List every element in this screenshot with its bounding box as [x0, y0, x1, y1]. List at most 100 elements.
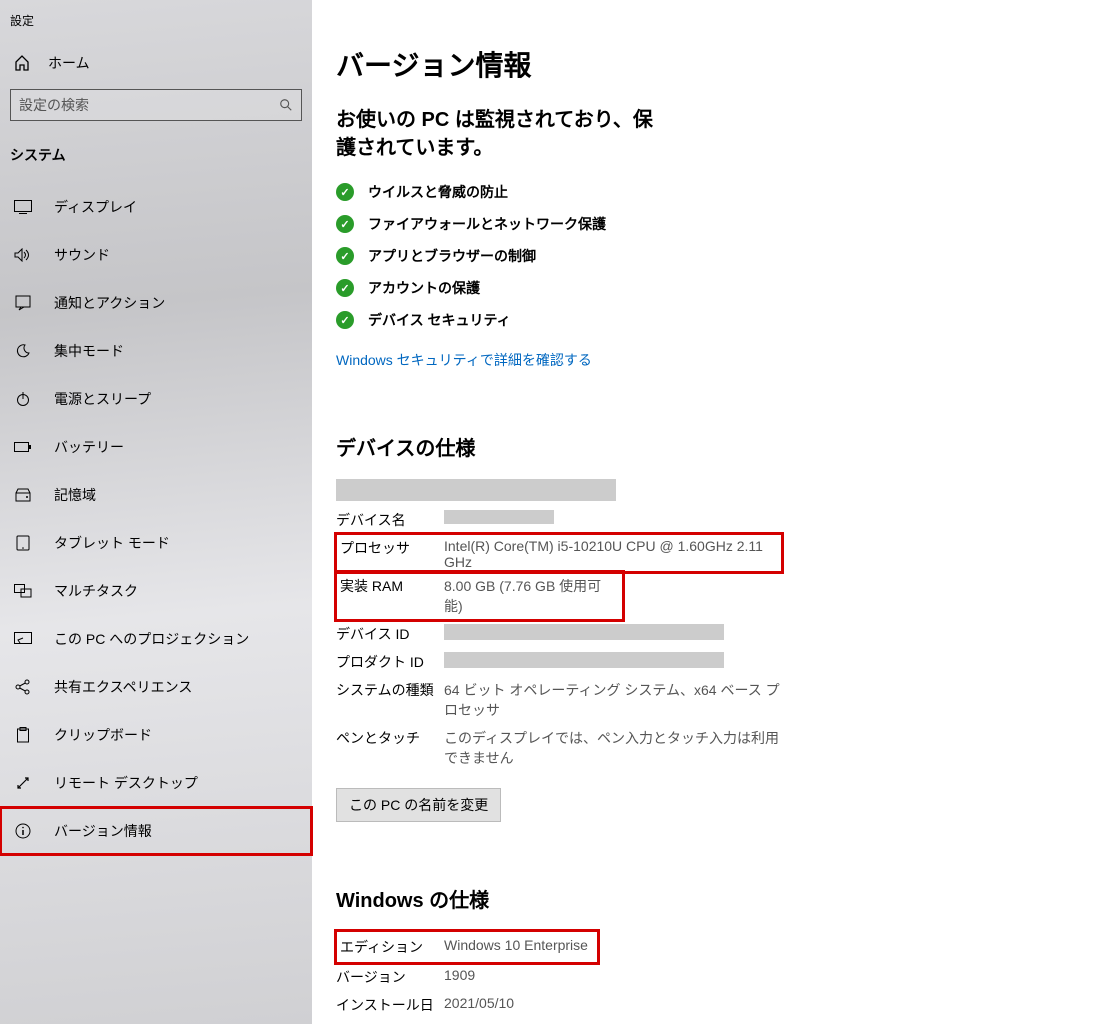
sidebar-item-label: 通知とアクション: [54, 293, 165, 313]
spec-label: デバイス ID: [336, 620, 444, 648]
redacted-value: [444, 506, 554, 534]
sidebar-item-notifications[interactable]: 通知とアクション: [0, 279, 312, 327]
table-row: エディション Windows 10 Enterprise: [336, 931, 598, 963]
check-icon: ✓: [336, 183, 354, 201]
sidebar-item-label: サウンド: [54, 245, 110, 265]
power-icon: [14, 391, 32, 407]
sidebar-home[interactable]: ホーム: [0, 43, 312, 83]
moon-icon: [14, 343, 32, 359]
spec-value: Windows 10 Enterprise: [444, 931, 598, 963]
clipboard-icon: [14, 727, 32, 743]
check-icon: ✓: [336, 215, 354, 233]
sidebar-item-label: 電源とスリープ: [54, 389, 151, 409]
spec-label: システムの種類: [336, 676, 444, 724]
protection-label: アプリとブラウザーの制御: [368, 246, 536, 266]
spec-value: 18363.1646: [444, 1019, 518, 1024]
device-spec-ram-row: 実装 RAM 8.00 GB (7.76 GB 使用可能): [336, 572, 623, 620]
security-details-link[interactable]: Windows セキュリティで詳細を確認する: [336, 350, 1116, 370]
spec-value: 1909: [444, 963, 518, 991]
spec-label: OS ビルド: [336, 1019, 444, 1024]
table-row: バージョン 1909: [336, 963, 518, 991]
notification-icon: [14, 295, 32, 311]
rename-pc-button[interactable]: この PC の名前を変更: [336, 788, 501, 822]
sidebar-item-label: 集中モード: [54, 341, 124, 361]
spec-label: プロダクト ID: [336, 648, 444, 676]
display-icon: [14, 200, 32, 214]
spec-label: インストール日: [336, 991, 444, 1019]
sound-icon: [14, 248, 32, 262]
sidebar-item-tablet[interactable]: タブレット モード: [0, 519, 312, 567]
main-content: バージョン情報 お使いの PC は監視されており、保護されています。 ✓ ウイルス…: [312, 0, 1116, 1024]
search-box[interactable]: [10, 89, 302, 121]
remote-icon: [14, 775, 32, 791]
table-row: OS ビルド 18363.1646: [336, 1019, 518, 1024]
spec-label: ペンとタッチ: [336, 724, 444, 772]
spec-label: プロセッサ: [336, 534, 444, 572]
table-row: デバイス ID: [336, 620, 784, 648]
spec-label: デバイス名: [336, 506, 444, 534]
sidebar-item-clipboard[interactable]: クリップボード: [0, 711, 312, 759]
sidebar-item-multitask[interactable]: マルチタスク: [0, 567, 312, 615]
spec-label: バージョン: [336, 963, 444, 991]
search-icon: [279, 98, 293, 112]
protection-label: ウイルスと脅威の防止: [368, 182, 508, 202]
protection-item: ✓アプリとブラウザーの制御: [336, 240, 1116, 272]
table-row: システムの種類 64 ビット オペレーティング システム、x64 ベース プロセ…: [336, 676, 784, 724]
spec-value: Intel(R) Core(TM) i5-10210U CPU @ 1.60GH…: [444, 534, 782, 572]
sidebar-item-shared[interactable]: 共有エクスペリエンス: [0, 663, 312, 711]
windows-spec-edition-row: エディション Windows 10 Enterprise: [336, 931, 598, 963]
table-row: プロセッサ Intel(R) Core(TM) i5-10210U CPU @ …: [336, 534, 782, 572]
protection-item: ✓アカウントの保護: [336, 272, 1116, 304]
page-title: バージョン情報: [336, 44, 1116, 84]
sidebar-item-label: タブレット モード: [54, 533, 170, 553]
protection-list: ✓ ウイルスと脅威の防止 ✓ ファイアウォールとネットワーク保護 ✓アプリとブラウザ…: [336, 176, 1116, 336]
protection-label: ファイアウォールとネットワーク保護: [368, 214, 606, 234]
device-spec-table: デバイス名: [336, 506, 554, 534]
table-row: プロダクト ID: [336, 648, 784, 676]
sidebar-item-label: マルチタスク: [54, 581, 138, 601]
sidebar-item-storage[interactable]: 記憶域: [0, 471, 312, 519]
projection-icon: [14, 632, 32, 646]
sidebar-item-sound[interactable]: サウンド: [0, 231, 312, 279]
spec-label: エディション: [336, 931, 444, 963]
multitask-icon: [14, 584, 32, 598]
windows-spec-table: バージョン 1909 インストール日 2021/05/10 OS ビルド 183…: [336, 963, 518, 1024]
nav-list: ディスプレイ サウンド 通知とアクション 集中モード 電源とスリープ バッテリー…: [0, 183, 312, 855]
protection-item: ✓デバイス セキュリティ: [336, 304, 1116, 336]
sidebar-item-focus[interactable]: 集中モード: [0, 327, 312, 375]
table-row: インストール日 2021/05/10: [336, 991, 518, 1019]
spec-value: 64 ビット オペレーティング システム、x64 ベース プロセッサ: [444, 676, 784, 724]
sidebar-item-battery[interactable]: バッテリー: [0, 423, 312, 471]
sidebar-item-label: リモート デスクトップ: [54, 773, 198, 793]
sidebar-item-remote[interactable]: リモート デスクトップ: [0, 759, 312, 807]
sidebar-item-label: クリップボード: [54, 725, 152, 745]
sidebar-item-label: 記憶域: [54, 485, 96, 505]
protection-lead: お使いの PC は監視されており、保護されています。: [336, 106, 666, 162]
spec-label: 実装 RAM: [336, 572, 444, 620]
tablet-icon: [14, 535, 32, 551]
spec-value: このディスプレイでは、ペン入力とタッチ入力は利用できません: [444, 724, 784, 772]
sidebar-item-label: バージョン情報: [54, 821, 152, 841]
spec-value: 2021/05/10: [444, 991, 518, 1019]
redacted-value: [444, 648, 784, 676]
sidebar-category: システム: [0, 131, 312, 183]
share-icon: [14, 679, 32, 695]
window-title: 設定: [0, 8, 312, 43]
info-icon: [14, 823, 32, 839]
sidebar-item-about[interactable]: バージョン情報: [0, 807, 312, 855]
sidebar-item-label: この PC へのプロジェクション: [54, 629, 249, 649]
storage-icon: [14, 488, 32, 502]
sidebar-item-power[interactable]: 電源とスリープ: [0, 375, 312, 423]
search-input[interactable]: [19, 97, 279, 113]
protection-item: ✓ ウイルスと脅威の防止: [336, 176, 1116, 208]
table-row: デバイス名: [336, 506, 554, 534]
sidebar-home-label: ホーム: [48, 53, 90, 73]
sidebar-item-display[interactable]: ディスプレイ: [0, 183, 312, 231]
device-spec-processor-row: プロセッサ Intel(R) Core(TM) i5-10210U CPU @ …: [336, 534, 782, 572]
device-spec-table: デバイス ID プロダクト ID システムの種類 64 ビット オペレーティング…: [336, 620, 784, 772]
windows-spec-title: Windows の仕様: [336, 884, 1116, 913]
home-icon: [14, 55, 30, 71]
sidebar: 設定 ホーム システム ディスプレイ サウンド 通知とアクション: [0, 0, 312, 1024]
sidebar-item-projection[interactable]: この PC へのプロジェクション: [0, 615, 312, 663]
sidebar-item-label: 共有エクスペリエンス: [54, 677, 192, 697]
